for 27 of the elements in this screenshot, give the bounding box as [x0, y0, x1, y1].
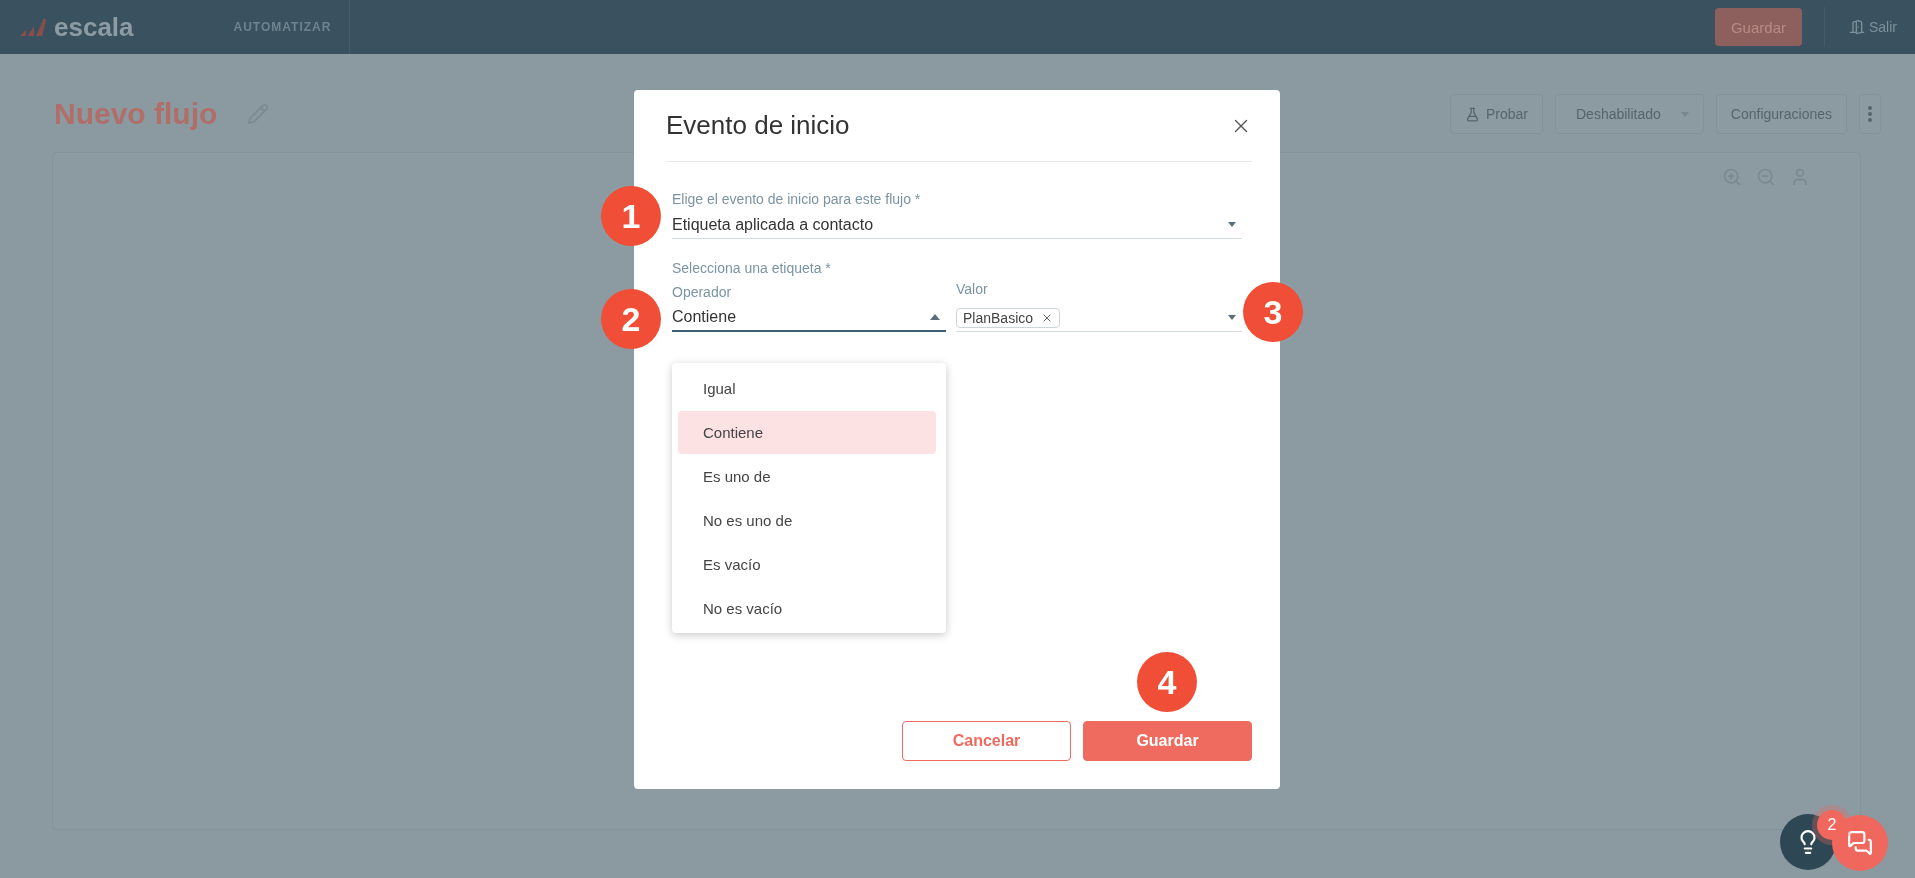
field-label: Valor [956, 280, 989, 298]
flow-title: Nuevo flujo [54, 97, 218, 131]
tag-chip[interactable]: PlanBasico [956, 307, 1061, 328]
menu-item[interactable]: Es vacío [678, 543, 936, 586]
step-marker: 4 [1137, 652, 1197, 712]
menu-item[interactable]: No es vacío [678, 587, 936, 630]
start-event-select[interactable]: Etiqueta aplicada a contacto [672, 211, 1242, 239]
value-select[interactable]: PlanBasico [956, 304, 1242, 332]
more-button[interactable] [1859, 94, 1881, 134]
step-marker: 1 [601, 186, 661, 246]
menu-item[interactable]: Es uno de [678, 455, 936, 498]
logo-text: escala [54, 11, 134, 43]
menu-item[interactable]: Igual [678, 367, 936, 410]
section-label: Selecciona una etiqueta * [672, 259, 832, 277]
menu-item[interactable]: Contiene [678, 411, 936, 454]
step-marker: 3 [1243, 282, 1303, 342]
door-icon [1849, 19, 1865, 35]
step-marker: 2 [601, 289, 661, 349]
logo-icon [18, 16, 48, 38]
kebab-icon [1868, 106, 1872, 122]
flask-icon [1464, 106, 1480, 122]
chat-icon [1847, 830, 1873, 856]
operator-select[interactable]: Contiene [672, 304, 946, 332]
field-label: Elige el evento de inicio para este flujo * [672, 190, 922, 208]
menu-item[interactable]: No es uno de [678, 499, 936, 542]
dialog-title: Evento de inicio [666, 110, 850, 141]
field-label: Operador [672, 283, 733, 301]
